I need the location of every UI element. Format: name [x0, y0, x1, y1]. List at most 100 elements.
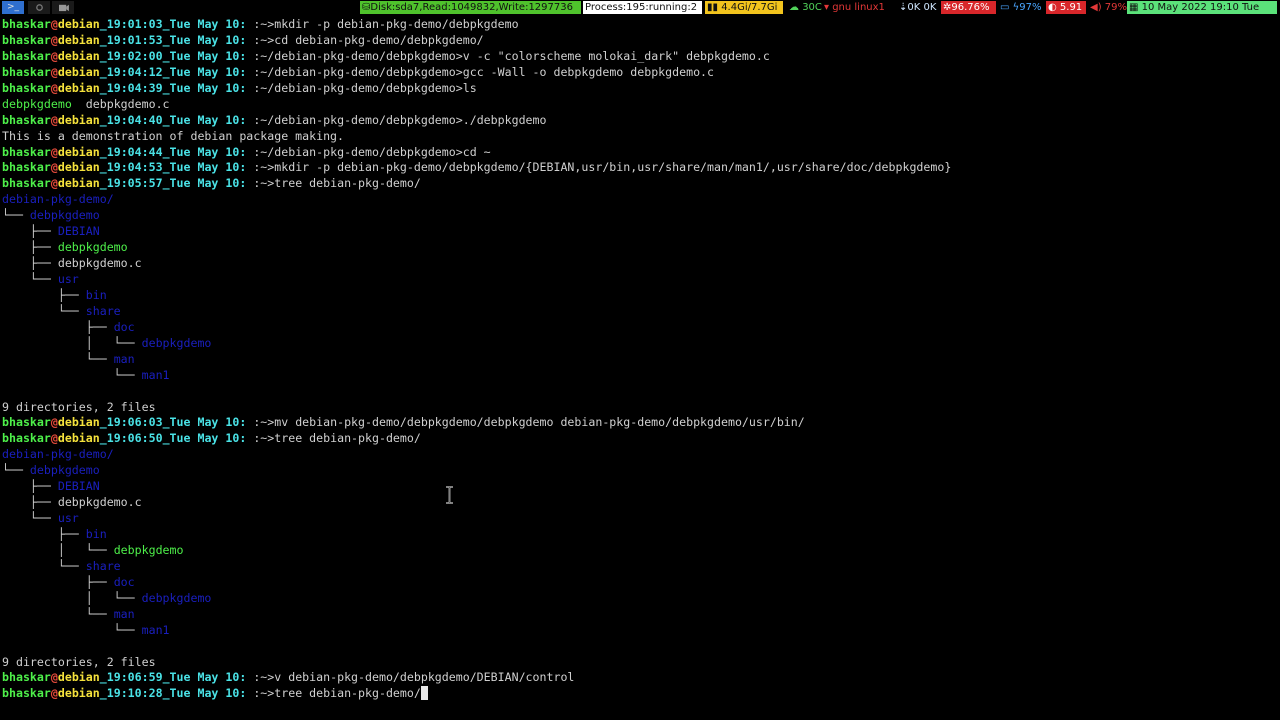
tree-line: ├── doc [2, 575, 1278, 591]
prompt-host: debian [57, 670, 100, 685]
prompt-host: debian [57, 176, 100, 191]
tree-line: └── share [2, 559, 1278, 575]
status-bar: >_ ⛁Disk:sda7,Read:1049832,Write:1297736… [0, 0, 1280, 15]
tree-branch: ├── [2, 527, 86, 541]
terminal-output[interactable]: bhaskar@debian_19:01:03_Tue May 10: :~>m… [2, 17, 1278, 720]
tree-branch: └── [2, 208, 30, 223]
tree-line: ├── doc [2, 320, 1278, 336]
prompt-path: :~/debian-pkg-demo/debpkgdemo> [246, 48, 463, 63]
clock[interactable]: ▦ 10 May 2022 19:10 Tue [1127, 1, 1277, 14]
prompt-line: bhaskar@debian_19:04:40_Tue May 10: :~/d… [2, 113, 1278, 129]
battery-text: 97% [1019, 2, 1042, 13]
prompt-host: debian [57, 431, 100, 446]
output-text: 9 directories, 2 files [2, 399, 156, 414]
prompt-user: bhaskar [2, 80, 51, 95]
prompt-path: :~> [246, 686, 275, 701]
command-text: cd ~ [462, 144, 491, 159]
tree-line: └── man [2, 607, 1278, 623]
tree-entry: debian-pkg-demo/ [2, 192, 114, 207]
ls-file: debpkgdemo.c [71, 96, 170, 111]
disk-text: Disk:sda7,Read:1049832,Write:1297736 [370, 2, 573, 13]
load-text: 5.91 [1059, 2, 1083, 13]
tree-entry: debpkgdemo [57, 240, 128, 255]
prompt-host: debian [57, 144, 100, 159]
prompt-timestamp: _19:04:39_Tue May 10: [99, 80, 247, 95]
tree-line: │ └── debpkgdemo [2, 543, 1278, 559]
prompt-user: bhaskar [2, 32, 51, 47]
prompt-line: bhaskar@debian_19:01:53_Tue May 10: :~>c… [2, 33, 1278, 49]
network-speed-text: 0K 0K [907, 2, 937, 13]
volume-status[interactable]: ◀) 79% [1088, 1, 1129, 14]
browser-workspace-button[interactable] [28, 1, 50, 14]
prompt-path: :~> [246, 431, 275, 446]
tree-branch: ├── [2, 240, 58, 255]
tree-entry: debpkgdemo [29, 463, 100, 478]
tree-entry: debpkgdemo [113, 542, 184, 557]
terminal-icon: >_ [6, 2, 20, 12]
prompt-line: bhaskar@debian_19:04:53_Tue May 10: :~>m… [2, 160, 1278, 176]
tree-branch: └── [2, 351, 114, 366]
tree-entry: man1 [141, 622, 170, 637]
prompt-at: @ [50, 112, 58, 127]
tree-branch: ├── [2, 574, 114, 589]
tree-line: ├── DEBIAN [2, 224, 1278, 240]
prompt-at: @ [50, 144, 58, 159]
disk-status: ⛁Disk:sda7,Read:1049832,Write:1297736 [360, 1, 581, 14]
prompt-path: :~/debian-pkg-demo/debpkgdemo> [246, 112, 463, 127]
tree-entry: share [85, 303, 121, 318]
prompt-at: @ [50, 670, 58, 685]
tree-entry: DEBIAN [57, 479, 100, 494]
prompt-path: :~/debian-pkg-demo/debpkgdemo> [246, 80, 463, 95]
prompt-timestamp: _19:10:28_Tue May 10: [99, 686, 247, 701]
tree-entry: share [85, 558, 121, 573]
prompt-path: :~> [246, 32, 275, 47]
tree-line: └── share [2, 304, 1278, 320]
tree-entry: debpkgdemo [29, 208, 100, 223]
gauge-icon: ◐ [1048, 2, 1060, 13]
prompt-path: :~> [246, 160, 275, 175]
terminal-workspace-button[interactable]: >_ [2, 1, 24, 14]
prompt-host: debian [57, 686, 100, 701]
prompt-line: bhaskar@debian_19:02:00_Tue May 10: :~/d… [2, 49, 1278, 65]
tree-entry: usr [57, 272, 79, 286]
volume-icon: ◀) [1090, 2, 1105, 13]
prompt-user: bhaskar [2, 144, 51, 159]
tree-entry: debpkgdemo.c [57, 256, 142, 271]
command-text: ls [462, 80, 477, 95]
prompt-timestamp: _19:04:12_Tue May 10: [99, 64, 247, 79]
prompt-line: bhaskar@debian_19:06:50_Tue May 10: :~>t… [2, 431, 1278, 447]
tree-branch: ├── [2, 287, 86, 302]
tree-branch: ├── [2, 479, 58, 494]
temperature-text: 30C [802, 2, 822, 13]
prompt-path: :~> [246, 670, 275, 685]
command-text: v -c "colorscheme molokai_dark" debpkgde… [462, 48, 770, 63]
output-line: 9 directories, 2 files [2, 400, 1278, 416]
camera-workspace-button[interactable] [52, 1, 74, 14]
tree-branch: └── [2, 367, 142, 382]
prompt-user: bhaskar [2, 160, 51, 175]
prompt-host: debian [57, 17, 100, 31]
cloud-icon: ☁ [789, 2, 803, 13]
tree-line: └── man [2, 352, 1278, 368]
camera-icon [58, 4, 69, 12]
prompt-line: bhaskar@debian_19:06:59_Tue May 10: :~>v… [2, 670, 1278, 686]
process-status: Process:195:running:2 [583, 1, 702, 14]
cpu-status: ✲96.76% [941, 1, 996, 14]
tree-entry: debpkgdemo [141, 335, 212, 350]
prompt-host: debian [57, 80, 100, 95]
tree-branch: │ └── [2, 542, 114, 557]
command-text: mkdir -p debian-pkg-demo/debpkgdemo [274, 17, 519, 31]
wifi-icon: ▾ [824, 2, 833, 13]
battery-icon: ▭ ϟ [1000, 2, 1020, 13]
prompt-user: bhaskar [2, 686, 51, 701]
prompt-host: debian [57, 415, 100, 430]
prompt-timestamp: _19:01:53_Tue May 10: [99, 32, 247, 47]
cpu-text: 96.76% [951, 2, 990, 13]
prompt-user: bhaskar [2, 431, 51, 446]
tree-line: ├── bin [2, 527, 1278, 543]
prompt-at: @ [50, 48, 58, 63]
volume-text: 79% [1104, 2, 1128, 13]
tree-line: │ └── debpkgdemo [2, 336, 1278, 352]
ls-executable: debpkgdemo [2, 96, 72, 111]
